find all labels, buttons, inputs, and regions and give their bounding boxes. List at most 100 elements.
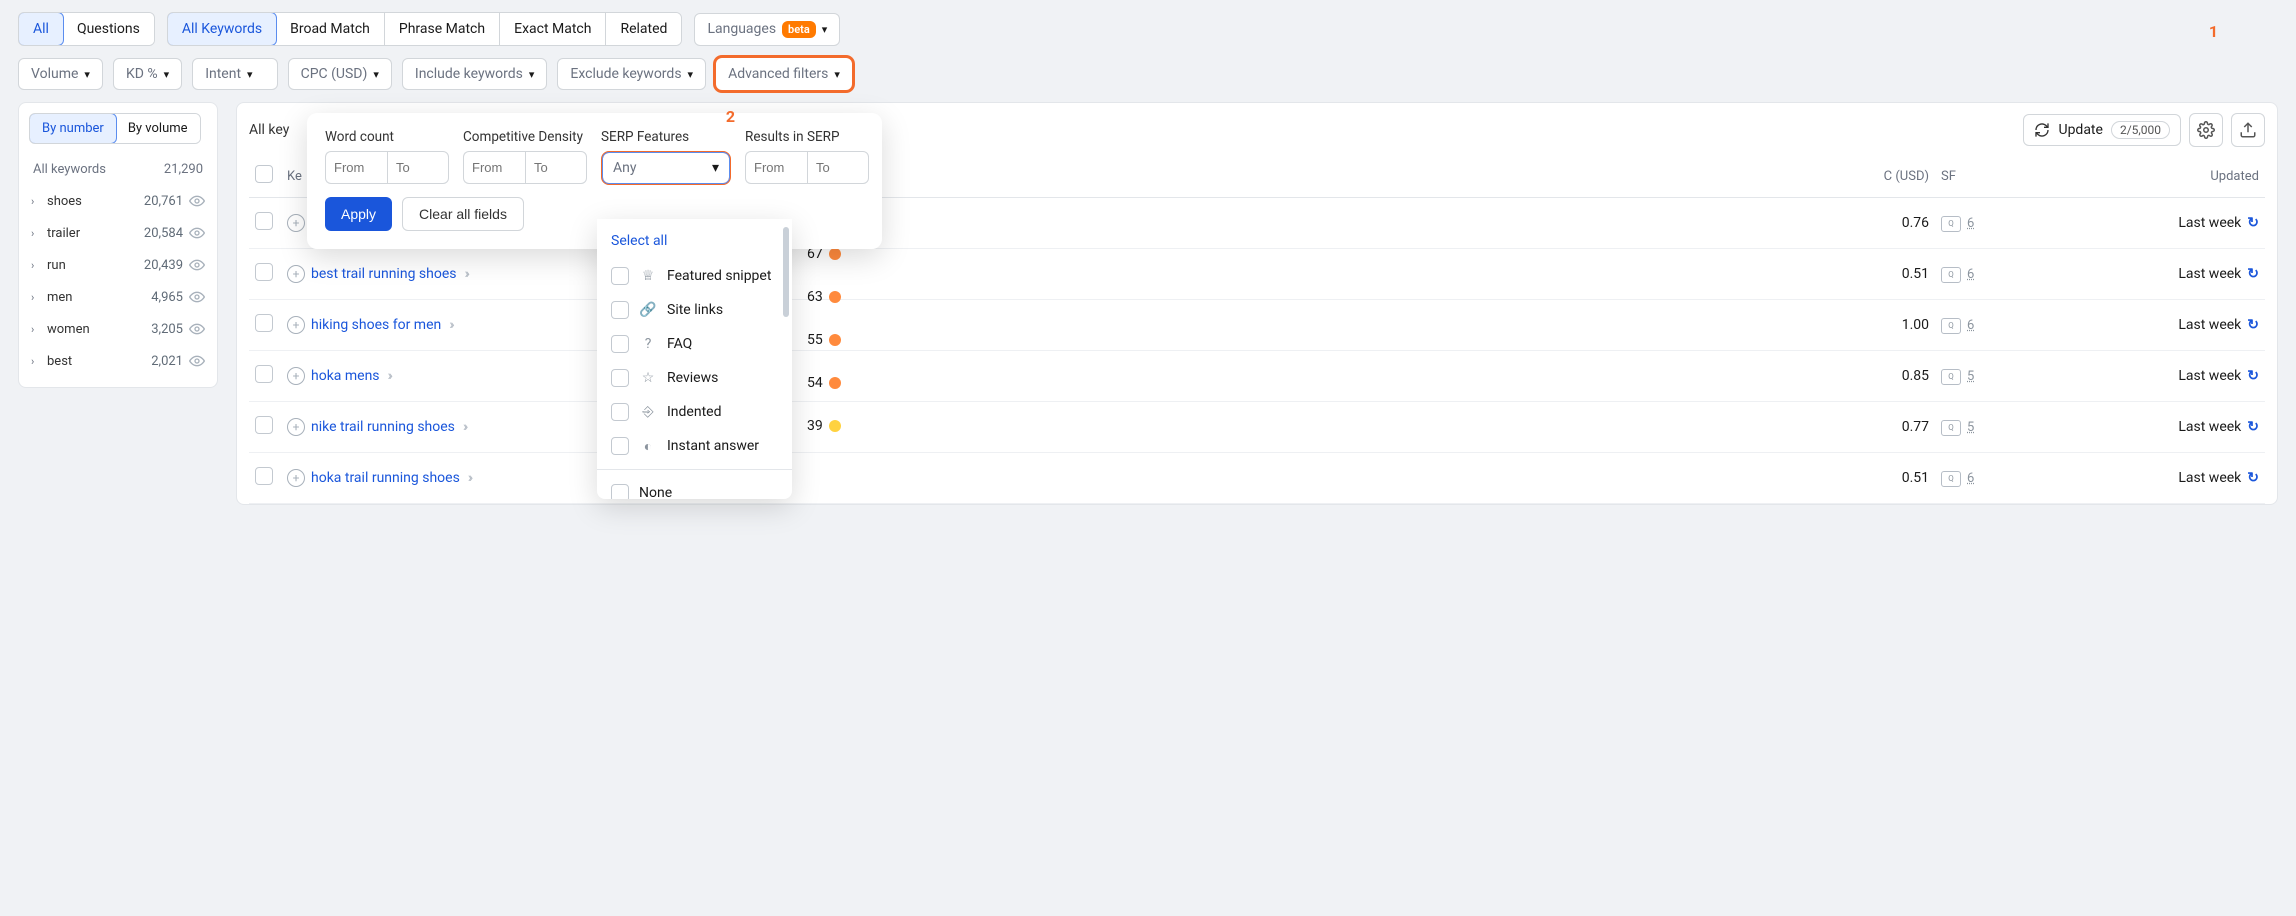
cell-sf[interactable]: Q6 — [1941, 267, 1974, 283]
results-to-input[interactable] — [807, 151, 869, 184]
add-icon[interactable]: + — [287, 265, 305, 283]
tab-broad-match[interactable]: Broad Match — [276, 13, 385, 45]
eye-icon[interactable] — [189, 225, 205, 241]
col-updated[interactable]: Updated — [2115, 155, 2265, 198]
filter-kd[interactable]: KD % ▾ — [113, 58, 182, 90]
sidebar-item-best[interactable]: › best 2,021 — [27, 345, 209, 377]
comp-density-from-input[interactable] — [463, 151, 525, 184]
row-checkbox[interactable] — [255, 314, 273, 332]
row-refresh-icon[interactable]: ↻ — [2247, 368, 2259, 384]
checkbox[interactable] — [611, 267, 629, 285]
results-from-input[interactable] — [745, 151, 807, 184]
filter-intent[interactable]: Intent ▾ — [192, 58, 277, 90]
row-refresh-icon[interactable]: ↻ — [2247, 266, 2259, 282]
col-cpc[interactable]: C (USD) — [1845, 155, 1935, 198]
dropdown-item-site-links[interactable]: 🔗 Site links — [597, 293, 792, 327]
filter-include-keywords[interactable]: Include keywords ▾ — [402, 58, 547, 90]
keyword-link[interactable]: hoka trail running shoes — [311, 470, 460, 486]
checkbox[interactable] — [611, 484, 629, 499]
add-icon[interactable]: + — [287, 367, 305, 385]
tab-all[interactable]: All — [18, 12, 64, 46]
arrows-icon[interactable]: ›› — [463, 419, 465, 435]
checkbox[interactable] — [611, 301, 629, 319]
eye-icon[interactable] — [189, 321, 205, 337]
scrollbar[interactable] — [783, 227, 789, 317]
select-all-link[interactable]: Select all — [597, 227, 792, 259]
serp-icon: Q — [1941, 216, 1961, 232]
comp-density-to-input[interactable] — [525, 151, 587, 184]
select-all-checkbox[interactable] — [255, 165, 273, 183]
row-refresh-icon[interactable]: ↻ — [2247, 470, 2259, 486]
sidebar-item-women[interactable]: › women 3,205 — [27, 313, 209, 345]
row-checkbox[interactable] — [255, 263, 273, 281]
filter-advanced[interactable]: Advanced filters ▾ — [716, 58, 852, 90]
sidebar-item-shoes[interactable]: › shoes 20,761 — [27, 185, 209, 217]
clear-all-button[interactable]: Clear all fields — [402, 197, 524, 231]
cell-sf[interactable]: Q6 — [1941, 216, 1974, 232]
keyword-link[interactable]: best trail running shoes — [311, 266, 456, 282]
serp-icon: Q — [1941, 420, 1961, 436]
row-refresh-icon[interactable]: ↻ — [2247, 419, 2259, 435]
eye-icon[interactable] — [189, 289, 205, 305]
keyword-link[interactable]: hoka mens — [311, 368, 380, 384]
tab-related[interactable]: Related — [606, 13, 681, 45]
checkbox[interactable] — [611, 369, 629, 387]
eye-icon[interactable] — [189, 353, 205, 369]
filter-volume[interactable]: Volume ▾ — [18, 58, 103, 90]
tab-exact-match[interactable]: Exact Match — [500, 13, 606, 45]
question-icon: ? — [639, 336, 657, 352]
sidebar-item-run[interactable]: › run 20,439 — [27, 249, 209, 281]
eye-icon[interactable] — [189, 257, 205, 273]
export-button[interactable] — [2231, 113, 2265, 147]
sidebar-tab-by-volume[interactable]: By volume — [116, 114, 200, 143]
dropdown-item-instant-answer[interactable]: ◐ Instant answer — [597, 429, 792, 463]
sidebar-all-keywords-header[interactable]: All keywords 21,290 — [27, 154, 209, 185]
eye-icon[interactable] — [189, 193, 205, 209]
arrows-icon[interactable]: ›› — [388, 368, 390, 384]
keyword-link[interactable]: nike trail running shoes — [311, 419, 455, 435]
sidebar-item-trailer[interactable]: › trailer 20,584 — [27, 217, 209, 249]
dropdown-item-faq[interactable]: ? FAQ — [597, 327, 792, 361]
tab-all-keywords[interactable]: All Keywords — [167, 12, 277, 46]
checkbox[interactable] — [611, 403, 629, 421]
dropdown-item-indented[interactable]: ⎆ Indented — [597, 395, 792, 429]
add-icon[interactable]: + — [287, 418, 305, 436]
settings-button[interactable] — [2189, 113, 2223, 147]
arrows-icon[interactable]: ›› — [468, 470, 470, 486]
keyword-link[interactable]: hiking shoes for men — [311, 317, 441, 333]
apply-button[interactable]: Apply — [325, 197, 392, 231]
serp-features-select[interactable]: Any ▾ — [601, 151, 731, 185]
languages-dropdown[interactable]: Languages beta ▾ — [694, 13, 840, 46]
checkbox[interactable] — [611, 437, 629, 455]
row-checkbox[interactable] — [255, 467, 273, 485]
arrows-icon[interactable]: ›› — [449, 317, 451, 333]
arrows-icon[interactable]: ›› — [464, 266, 466, 282]
cell-sf[interactable]: Q6 — [1941, 471, 1974, 487]
cell-sf[interactable]: Q5 — [1941, 369, 1974, 385]
add-icon[interactable]: + — [287, 316, 305, 334]
add-icon[interactable]: + — [287, 469, 305, 487]
filter-cpc[interactable]: CPC (USD) ▾ — [288, 58, 392, 90]
cell-sf[interactable]: Q5 — [1941, 420, 1974, 436]
sidebar-item-men[interactable]: › men 4,965 — [27, 281, 209, 313]
row-checkbox[interactable] — [255, 365, 273, 383]
dropdown-item-featured-snippet[interactable]: ♕ Featured snippet — [597, 259, 792, 293]
checkbox[interactable] — [611, 335, 629, 353]
update-button[interactable]: Update 2/5,000 — [2023, 114, 2181, 146]
sidebar-tab-by-number[interactable]: By number — [29, 113, 117, 144]
row-refresh-icon[interactable]: ↻ — [2247, 317, 2259, 333]
annotation-marker-2: 2 — [726, 107, 735, 126]
dropdown-item-none[interactable]: None — [597, 476, 792, 499]
row-checkbox[interactable] — [255, 416, 273, 434]
dropdown-item-reviews[interactable]: ☆ Reviews — [597, 361, 792, 395]
word-count-from-input[interactable] — [325, 151, 387, 184]
tab-questions[interactable]: Questions — [63, 13, 154, 45]
row-refresh-icon[interactable]: ↻ — [2247, 215, 2259, 231]
col-sf[interactable]: SF — [1935, 155, 2025, 198]
add-icon[interactable]: + — [287, 214, 305, 232]
row-checkbox[interactable] — [255, 212, 273, 230]
tab-phrase-match[interactable]: Phrase Match — [385, 13, 500, 45]
cell-sf[interactable]: Q6 — [1941, 318, 1974, 334]
filter-exclude-keywords[interactable]: Exclude keywords ▾ — [557, 58, 706, 90]
word-count-to-input[interactable] — [387, 151, 449, 184]
